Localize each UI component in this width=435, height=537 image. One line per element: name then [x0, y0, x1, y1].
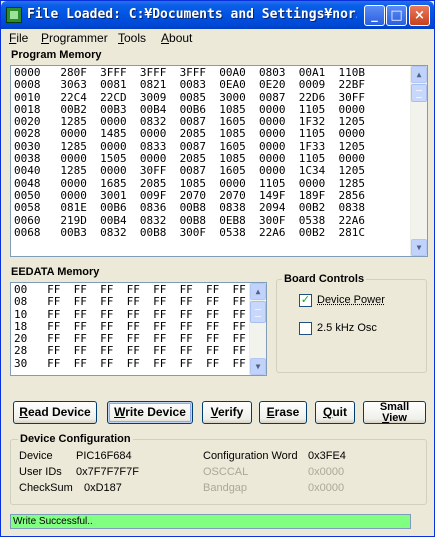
- user-ids-label: User IDs: [19, 466, 62, 478]
- read-device-button[interactable]: Read Device: [13, 401, 97, 424]
- memory-row[interactable]: 0060 219D 00B4 0832 00B8 0EB8 300F 0538 …: [14, 214, 365, 227]
- scroll-up-arrow-icon[interactable]: ▲: [411, 66, 427, 83]
- eedata-memory-scrollbar[interactable]: ▲ ▼: [249, 283, 266, 375]
- menu-tools[interactable]: Tools: [118, 31, 146, 45]
- window-title: File Loaded: C:¥Documents and Settings¥n…: [27, 7, 357, 22]
- status-bar: Write Successful..: [10, 514, 411, 529]
- scroll-down-arrow-icon[interactable]: ▼: [250, 358, 266, 375]
- memory-row[interactable]: 28 FF FF FF FF FF FF FF FF: [14, 345, 246, 358]
- user-ids-value: 0x7F7F7F7F: [76, 466, 139, 478]
- osccal-label: OSCCAL: [203, 466, 249, 478]
- config-word-label: Configuration Word: [203, 450, 298, 462]
- eedata-memory-list[interactable]: 00 FF FF FF FF FF FF FF FF 08 FF FF FF FF…: [10, 282, 267, 376]
- bandgap-value: 0x0000: [308, 482, 345, 494]
- device-config-title: Device Configuration: [18, 433, 133, 445]
- osc-checkbox[interactable]: [299, 322, 312, 335]
- small-view-button[interactable]: Small View: [363, 401, 426, 424]
- menu-programmer[interactable]: Programmer: [41, 31, 108, 45]
- memory-row[interactable]: 30 FF FF FF FF FF FF FF FF: [14, 357, 246, 370]
- device-power-label[interactable]: Device Power: [317, 294, 385, 306]
- erase-button[interactable]: Erase: [259, 401, 307, 424]
- board-controls-title: Board Controls: [282, 273, 367, 285]
- menu-about[interactable]: About: [161, 31, 192, 45]
- menu-file[interactable]: File: [9, 31, 28, 45]
- eedata-memory-label: EEDATA Memory: [11, 266, 100, 278]
- osccal-value: 0x0000: [308, 466, 345, 478]
- menu-bar: File Programmer Tools About: [2, 29, 434, 47]
- title-bar[interactable]: File Loaded: C:¥Documents and Settings¥n…: [1, 1, 434, 29]
- memory-row[interactable]: 0028 0000 1485 0000 2085 1085 0000 1105 …: [14, 128, 365, 141]
- checksum-label: CheckSum: [19, 482, 73, 494]
- memory-row[interactable]: 0058 081E 00B6 0836 00B8 0838 2094 00B2 …: [14, 201, 365, 214]
- memory-row[interactable]: 08 FF FF FF FF FF FF FF FF: [14, 295, 246, 308]
- device-value: PIC16F684: [76, 450, 132, 462]
- scroll-thumb[interactable]: [411, 84, 427, 102]
- quit-button[interactable]: Quit: [315, 401, 355, 424]
- close-button[interactable]: ×: [409, 5, 430, 26]
- bandgap-label: Bandgap: [203, 482, 248, 494]
- maximize-button[interactable]: □: [386, 5, 407, 26]
- program-memory-label: Program Memory: [11, 49, 102, 61]
- device-power-checkbox[interactable]: ✓: [299, 294, 312, 307]
- osc-label[interactable]: 2.5 kHz Osc: [317, 322, 377, 334]
- device-label: Device: [19, 450, 53, 462]
- program-memory-list[interactable]: 0000 280F 3FFF 3FFF 3FFF 00A0 0803 00A1 …: [10, 65, 428, 257]
- minimize-button[interactable]: _: [364, 5, 385, 26]
- memory-row[interactable]: 0040 1285 0000 30FF 0087 1605 0000 1C34 …: [14, 165, 365, 178]
- memory-row[interactable]: 0068 00B3 0832 00B8 300F 0538 22A6 00B2 …: [14, 226, 365, 239]
- write-device-button[interactable]: Write Device: [107, 401, 193, 424]
- app-icon: [6, 7, 22, 23]
- scroll-up-arrow-icon[interactable]: ▲: [250, 283, 266, 300]
- scroll-down-arrow-icon[interactable]: ▼: [411, 239, 427, 256]
- checksum-value: 0xD187: [84, 482, 122, 494]
- verify-button[interactable]: Verify: [202, 401, 252, 424]
- main-window: File Loaded: C:¥Documents and Settings¥n…: [0, 0, 435, 537]
- scroll-thumb[interactable]: [250, 301, 266, 323]
- program-memory-scrollbar[interactable]: ▲ ▼: [410, 66, 427, 256]
- memory-row[interactable]: 0008 3063 0081 0821 0083 0EA0 0E20 0009 …: [14, 78, 365, 91]
- config-word-value: 0x3FE4: [308, 450, 346, 462]
